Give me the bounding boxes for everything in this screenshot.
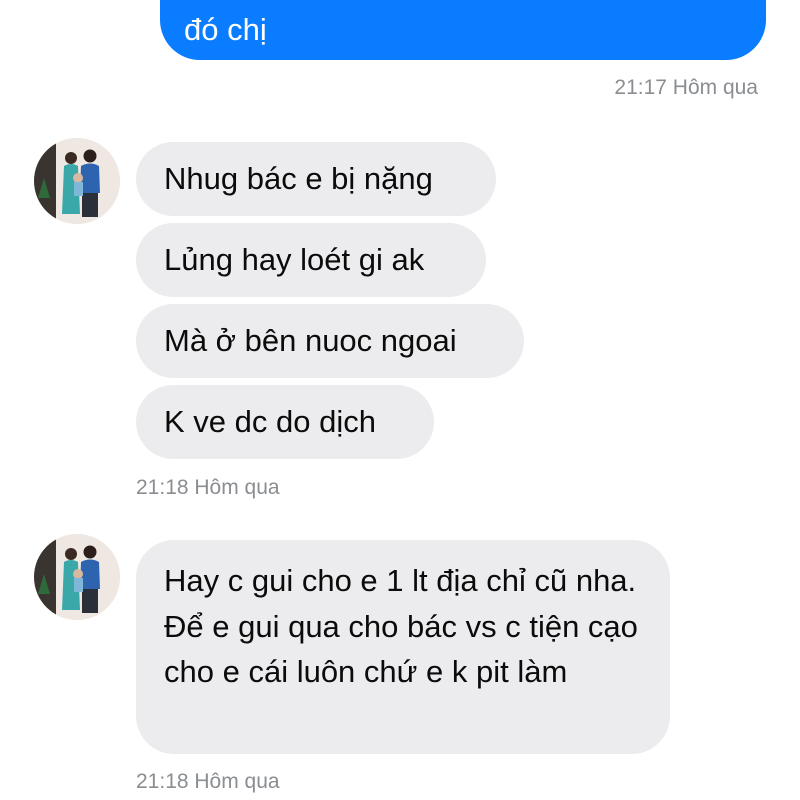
message-timestamp: 21:18 Hôm qua [136,476,280,499]
avatar[interactable] [34,138,120,224]
chat-thread: đó chị 21:17 Hôm qua Nhug bác e bị nặng … [0,0,800,800]
outgoing-message-text: đó chị [184,12,267,47]
incoming-message-bubble[interactable]: Nhug bác e bị nặng [136,142,496,216]
avatar-photo-icon [34,534,120,620]
incoming-message-bubble[interactable]: Lủng hay loét gi ak [136,223,486,297]
message-timestamp: 21:18 Hôm qua [136,770,280,793]
incoming-message-bubble[interactable]: Hay c gui cho e 1 lt địa chỉ cũ nha. Để … [136,540,670,754]
avatar-photo-icon [34,138,120,224]
outgoing-message-bubble[interactable]: đó chị [160,0,766,60]
message-timestamp: 21:17 Hôm qua [614,76,758,99]
incoming-message-bubble[interactable]: Mà ở bên nuoc ngoai [136,304,524,378]
incoming-message-bubble[interactable]: K ve dc do dịch [136,385,434,459]
avatar[interactable] [34,534,120,620]
